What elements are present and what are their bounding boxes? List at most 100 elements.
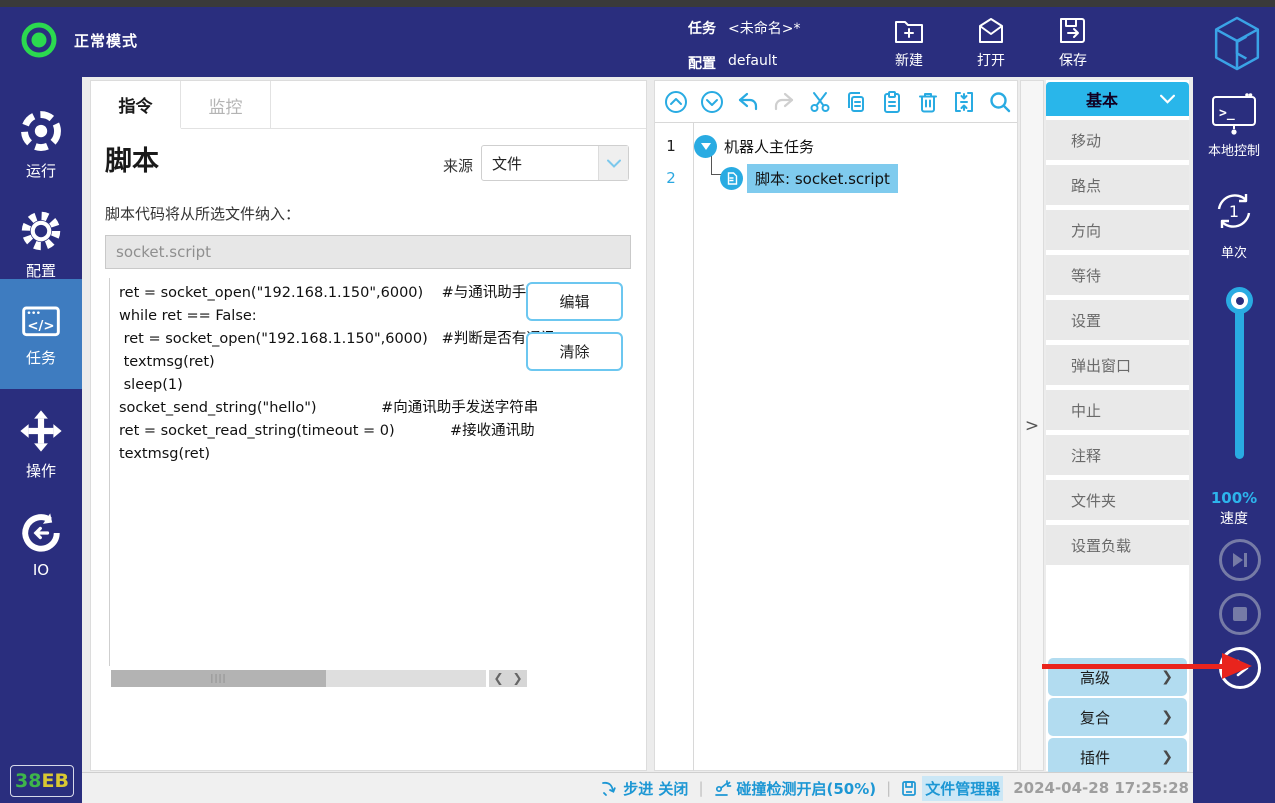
line-number: 2	[655, 169, 687, 187]
task-name: <未命名>*	[728, 18, 800, 38]
move-down-icon[interactable]	[700, 90, 724, 114]
single-cycle-icon: 1	[1210, 187, 1258, 237]
svg-text:>_: >_	[1219, 106, 1235, 121]
palette-item-wait[interactable]: 等待	[1046, 255, 1189, 295]
group-label: 插件	[1080, 747, 1110, 768]
group-label: 复合	[1080, 707, 1110, 728]
copy-icon[interactable]	[844, 90, 868, 114]
palette-item-popup[interactable]: 弹出窗口	[1046, 345, 1189, 385]
brand-logo-icon	[1212, 15, 1262, 73]
tree-row-main-task[interactable]: 1 机器人主任务	[655, 131, 814, 161]
status-ring-icon	[20, 21, 58, 59]
annotation-arrow-line	[1042, 664, 1224, 669]
run-target-icon	[19, 109, 63, 153]
code-line: sleep(1)	[119, 374, 631, 397]
tab-instruction[interactable]: 指令	[91, 81, 181, 129]
palette-group-composite[interactable]: 复合 ❯	[1048, 698, 1187, 736]
source-select[interactable]: 文件	[481, 145, 629, 181]
single-run-label: 单次	[1193, 242, 1275, 261]
scroll-right-button[interactable]: ❯	[508, 670, 527, 687]
chevron-right-icon: ❯	[1161, 749, 1173, 765]
code-line: socket_send_string("hello") #向通讯助手发送字符串	[119, 397, 631, 420]
script-node-icon[interactable]	[720, 167, 743, 190]
delete-icon[interactable]	[916, 90, 940, 114]
gear-icon	[19, 209, 63, 253]
palette-header-basic[interactable]: 基本	[1046, 82, 1189, 116]
sidebar-item-run[interactable]: 运行	[0, 95, 82, 195]
svg-text:1: 1	[1229, 202, 1239, 221]
redo-icon[interactable]	[772, 90, 796, 114]
tree-node-label[interactable]: 机器人主任务	[724, 136, 814, 157]
speed-value: 100%	[1193, 489, 1275, 507]
chevron-down-icon	[1160, 94, 1175, 104]
status-bar: 步进 关闭 | 碰撞检测开启(50%) | 文件管理器 2024-04-28 1…	[82, 772, 1193, 803]
file-manager-button[interactable]: 文件管理器	[901, 776, 1003, 801]
panel-tabs: 指令 监控	[91, 81, 646, 129]
new-task-button[interactable]: 新建	[886, 16, 932, 70]
annotation-arrow-head	[1222, 653, 1252, 679]
open-button-label: 打开	[977, 50, 1005, 70]
local-control-label: 本地控制	[1193, 140, 1275, 159]
cut-icon[interactable]	[808, 90, 832, 114]
clock-timestamp: 2024-04-28 17:25:28	[1013, 779, 1189, 797]
single-run-button[interactable]: 1	[1210, 187, 1258, 237]
speed-slider-track[interactable]	[1235, 299, 1244, 459]
step-forward-button[interactable]	[1219, 539, 1261, 581]
config-name: default	[728, 53, 777, 73]
config-label: 配置	[688, 53, 716, 73]
tab-monitor[interactable]: 监控	[181, 81, 271, 129]
paste-icon[interactable]	[880, 90, 904, 114]
edit-button[interactable]: 编辑	[526, 282, 623, 321]
search-icon[interactable]	[988, 90, 1012, 114]
palette-item-folder[interactable]: 文件夹	[1046, 480, 1189, 520]
tree-row-script[interactable]: 2 脚本: socket.script	[655, 163, 898, 193]
speed-slider-thumb[interactable]	[1226, 287, 1253, 314]
tree-toolbar	[655, 81, 1017, 123]
tree-node-label-selected[interactable]: 脚本: socket.script	[747, 164, 898, 193]
move-arrows-icon	[19, 409, 63, 453]
script-file-field[interactable]: socket.script	[105, 235, 631, 269]
palette-item-comment[interactable]: 注释	[1046, 435, 1189, 475]
scrollbar-thumb[interactable]: ||||	[111, 670, 326, 687]
palette-item-direction[interactable]: 方向	[1046, 210, 1189, 250]
step-mode-status[interactable]: 步进 关闭	[601, 778, 688, 799]
new-button-label: 新建	[895, 50, 923, 70]
script-description: 脚本代码将从所选文件纳入：	[105, 203, 300, 224]
sidebar-item-operate[interactable]: 操作	[0, 395, 82, 495]
mode-label: 正常模式	[74, 30, 138, 51]
palette-group-plugin[interactable]: 插件 ❯	[1048, 738, 1187, 776]
code-line: ret = socket_read_string(timeout = 0) #接…	[119, 420, 631, 443]
sidebar-item-label: 配置	[26, 260, 56, 281]
move-up-icon[interactable]	[664, 90, 688, 114]
palette-header-label: 基本	[1086, 87, 1160, 111]
open-task-button[interactable]: 打开	[968, 16, 1014, 70]
palette-item-waypoint[interactable]: 路点	[1046, 165, 1189, 205]
save-task-button[interactable]: 保存	[1050, 16, 1096, 70]
palette-item-move[interactable]: 移动	[1046, 120, 1189, 160]
status-separator: |	[886, 779, 891, 797]
stop-button[interactable]	[1219, 593, 1261, 635]
palette-item-abort[interactable]: 中止	[1046, 390, 1189, 430]
clear-button[interactable]: 清除	[526, 332, 623, 371]
sidebar-item-label: IO	[33, 561, 49, 579]
expand-node-icon[interactable]	[694, 135, 717, 158]
sidebar-item-label: 任务	[26, 347, 56, 368]
svg-text:</>: </>	[27, 319, 54, 334]
chevron-right-icon: ❯	[1161, 709, 1173, 725]
scroll-left-button[interactable]: ❮	[489, 670, 508, 687]
io-cycle-icon	[20, 512, 62, 554]
horizontal-scrollbar[interactable]: ||||	[111, 670, 486, 687]
panel-expander[interactable]: >	[1020, 80, 1044, 771]
topbar-actions: 新建 打开 保存	[886, 16, 1096, 70]
undo-icon[interactable]	[736, 90, 760, 114]
merge-collapse-icon[interactable]	[952, 90, 976, 114]
page-title: 脚本	[105, 139, 159, 178]
sidebar-item-io[interactable]: IO	[0, 495, 82, 595]
palette-item-payload[interactable]: 设置负载	[1046, 525, 1189, 565]
run-control-sidebar: >_ 本地控制 1 单次 100% 速度	[1193, 77, 1275, 803]
collision-detection-status[interactable]: 碰撞检测开启(50%)	[714, 778, 877, 799]
badge-left: 38	[15, 770, 41, 792]
chevron-down-icon	[598, 146, 628, 180]
palette-item-set[interactable]: 设置	[1046, 300, 1189, 340]
sidebar-item-task[interactable]: </> 任务	[0, 279, 82, 389]
